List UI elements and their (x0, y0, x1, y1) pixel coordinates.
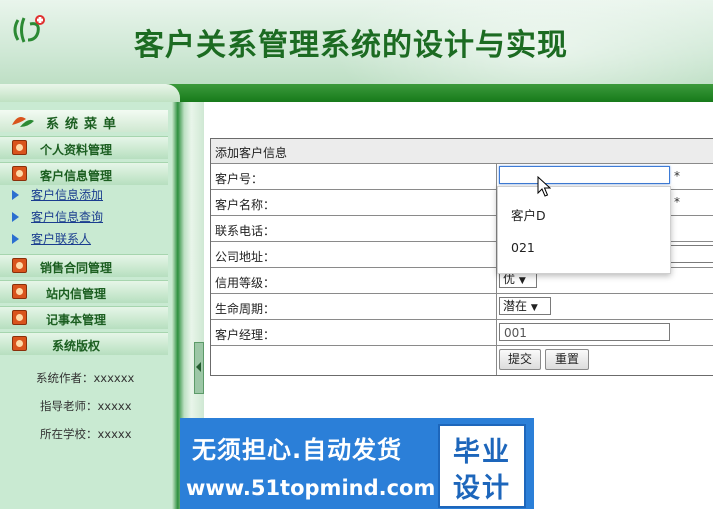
arrow-right-icon (12, 212, 19, 222)
watermark-slogan: 无须担心.自动发货 (192, 436, 403, 464)
page-header: 客户关系管理系统的设计与实现 (0, 0, 713, 96)
menu-label: 系统版权 (52, 339, 101, 353)
menu-site-messages[interactable]: 站内信管理 (0, 280, 168, 303)
menu-personal-info[interactable]: 个人资料管理 (0, 136, 168, 159)
autocomplete-option[interactable]: 021 (511, 240, 535, 255)
menu-notebook[interactable]: 记事本管理 (0, 306, 168, 329)
collapse-sidebar-handle[interactable] (194, 342, 204, 394)
customer-name-label: 客户名称： (215, 198, 276, 212)
menu-label: 客户信息管理 (40, 169, 113, 183)
menu-icon (12, 336, 27, 351)
phone-label: 联系电话： (215, 224, 276, 238)
lifecycle-label: 生命周期： (215, 302, 276, 316)
customer-no-input[interactable] (499, 166, 670, 184)
lifecycle-select[interactable]: 潜在 ▼ (499, 297, 551, 315)
submenu-customer-query[interactable]: 客户信息查询 (12, 208, 103, 225)
watermark-url: www.51topmind.com (186, 476, 436, 500)
menu-sales-contract[interactable]: 销售合同管理 (0, 254, 168, 277)
school-info: 所在学校：xxxxx (40, 427, 132, 441)
submenu-customer-contact[interactable]: 客户联系人 (12, 230, 91, 247)
autocomplete-dropdown: 客户D 021 (497, 186, 671, 274)
reset-button[interactable]: 重置 (545, 349, 589, 370)
menu-label: 销售合同管理 (40, 261, 113, 275)
autocomplete-option[interactable]: 客户D (511, 205, 546, 224)
watermark-banner: 无须担心.自动发货 www.51topmind.com 毕业 设计 (180, 418, 534, 509)
menu-icon (12, 284, 27, 299)
menu-customer-info[interactable]: 客户信息管理 (0, 162, 168, 185)
arrow-right-icon (12, 234, 19, 244)
menu-copyright[interactable]: 系统版权 (0, 332, 168, 355)
sidebar-heading: 系统菜单 (0, 110, 168, 132)
arrow-right-icon (12, 190, 19, 200)
form-row-lifecycle: 生命周期： 潜在 ▼ (211, 294, 713, 320)
submit-button[interactable]: 提交 (499, 349, 541, 370)
form-row-actions: 提交 重置 (211, 346, 713, 375)
menu-icon (12, 140, 27, 155)
dropdown-arrow-icon: ▼ (530, 303, 538, 313)
form-row-manager: 客户经理： 001 (211, 320, 713, 346)
menu-label: 记事本管理 (46, 313, 107, 327)
required-mark: * (674, 169, 680, 183)
header-bar (0, 84, 713, 102)
credit-label: 信用等级： (215, 276, 276, 290)
sidebar-heading-label: 系统菜单 (46, 117, 123, 132)
required-mark: * (674, 195, 680, 209)
header-bar-tab (0, 84, 180, 102)
advisor-info: 指导老师：xxxxx (40, 399, 132, 413)
menu-label: 站内信管理 (46, 287, 107, 301)
sidebar: 系统菜单 个人资料管理 客户信息管理 客户信息添加 客户信息查询 客户联系人 销… (0, 102, 172, 509)
form-header-row: 添加客户信息 (211, 139, 713, 164)
mouse-cursor-icon (537, 176, 551, 197)
author-info: 系统作者：xxxxxx (36, 371, 135, 385)
menu-label: 个人资料管理 (40, 143, 113, 157)
menu-icon (12, 166, 27, 181)
leaf-menu-icon (12, 117, 34, 127)
customer-no-label: 客户号： (215, 172, 264, 186)
menu-icon (12, 310, 27, 325)
watermark-badge: 毕业 设计 (438, 424, 526, 508)
submenu-customer-add[interactable]: 客户信息添加 (12, 186, 103, 203)
form-heading: 添加客户信息 (215, 146, 288, 160)
app-logo-icon (13, 15, 45, 43)
dropdown-arrow-icon: ▼ (518, 276, 526, 286)
page-title: 客户关系管理系统的设计与实现 (134, 28, 568, 63)
manager-input[interactable]: 001 (499, 323, 670, 341)
menu-icon (12, 258, 27, 273)
address-label: 公司地址： (215, 250, 276, 264)
manager-label: 客户经理： (215, 328, 276, 342)
